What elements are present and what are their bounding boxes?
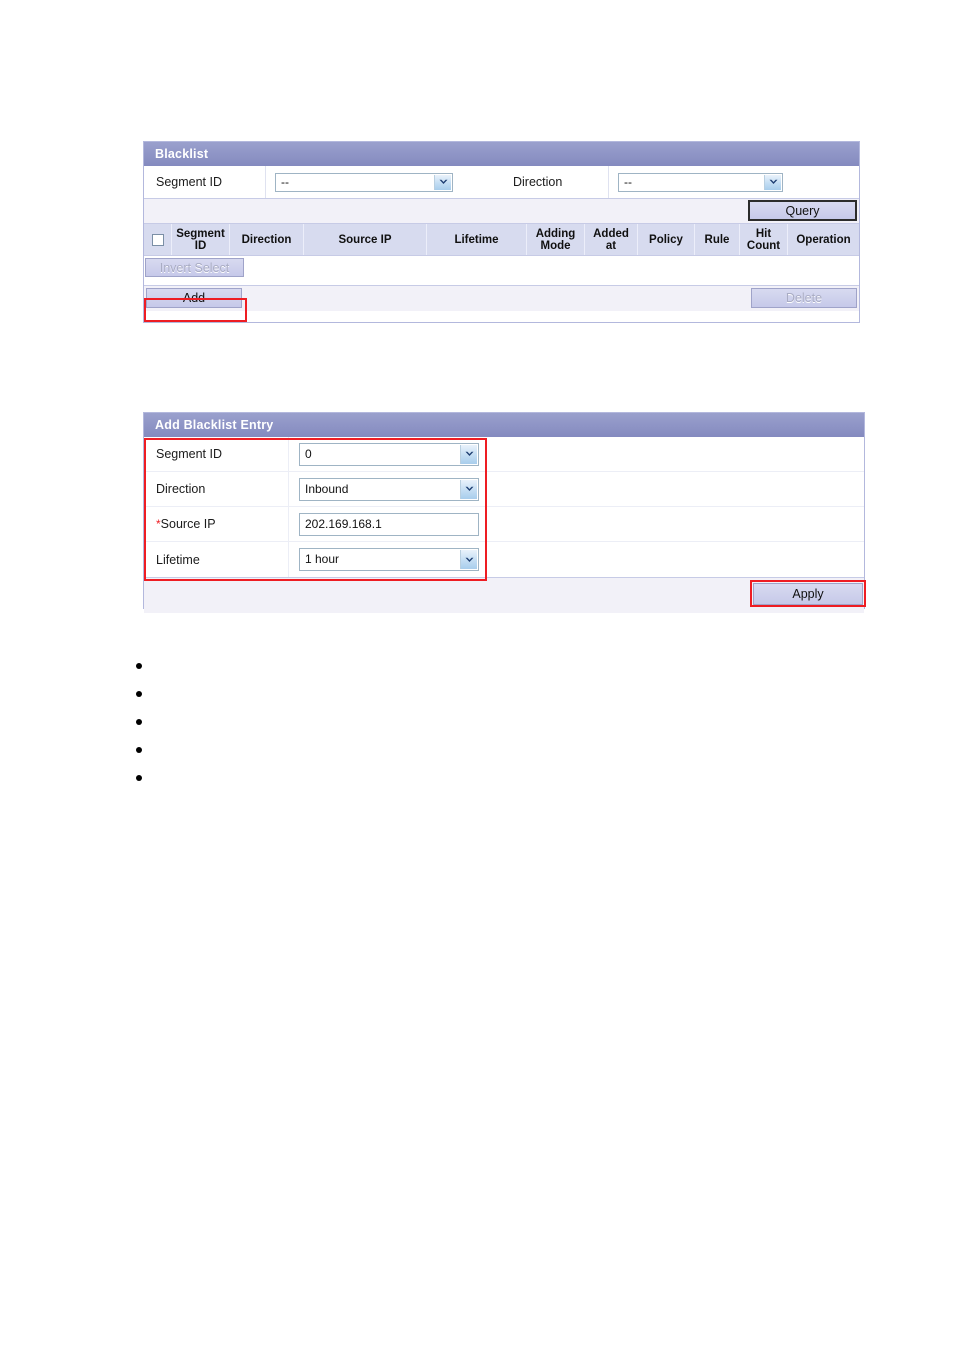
column-lifetime: Lifetime (427, 224, 527, 255)
chevron-down-icon[interactable] (460, 550, 477, 569)
column-source-ip: Source IP (304, 224, 427, 255)
column-hit-count: Hit Count (740, 224, 788, 255)
filter-direction-label: Direction (501, 166, 609, 198)
filter-segment-id-field: -- (266, 166, 453, 198)
direction-value: Inbound (305, 481, 349, 496)
direction-filter-value: -- (624, 174, 632, 189)
column-added-at: Added at (585, 224, 638, 255)
blacklist-table-body: Invert Select (144, 256, 859, 286)
direction-filter-select[interactable]: -- (618, 172, 783, 192)
add-button[interactable]: Add (146, 288, 242, 308)
lifetime-label: Lifetime (144, 542, 289, 577)
blacklist-panel-title: Blacklist (144, 142, 859, 166)
direction-label: Direction (144, 472, 289, 506)
filter-segment-id-label: Segment ID (144, 166, 266, 198)
list-item (118, 764, 878, 792)
segment-id-label: Segment ID (144, 437, 289, 471)
blacklist-table-header: Segment ID Direction Source IP Lifetime … (144, 224, 859, 256)
column-direction: Direction (230, 224, 304, 255)
filter-direction-field: -- (609, 166, 783, 198)
blacklist-filter-row: Segment ID -- Direction -- (144, 166, 859, 199)
add-entry-panel-title: Add Blacklist Entry (144, 413, 864, 437)
list-item (118, 708, 878, 736)
segment-id-value: 0 (305, 446, 312, 461)
list-item (118, 736, 878, 764)
segment-id-field: 0 (289, 437, 864, 471)
lifetime-field: 1 hour (289, 542, 864, 577)
source-ip-field: 202.169.168.1 (289, 507, 864, 541)
direction-label-text: Direction (156, 482, 206, 496)
chevron-down-icon[interactable] (460, 444, 477, 464)
lifetime-label-text: Lifetime (156, 552, 200, 567)
blacklist-panel: Blacklist Segment ID -- Direction -- Que… (143, 141, 860, 323)
column-adding-mode: Adding Mode (527, 224, 585, 255)
add-entry-footer: Apply (144, 577, 864, 613)
segment-id-filter-select[interactable]: -- (275, 172, 453, 192)
blacklist-query-bar: Query (144, 199, 859, 224)
delete-button[interactable]: Delete (751, 288, 857, 308)
chevron-down-icon[interactable] (434, 174, 451, 190)
add-blacklist-entry-panel: Add Blacklist Entry Segment ID 0 Directi… (143, 412, 865, 613)
form-row-source-ip: * Source IP 202.169.168.1 (144, 507, 864, 542)
direction-field: Inbound (289, 472, 864, 506)
source-ip-value: 202.169.168.1 (305, 517, 382, 531)
chevron-down-icon[interactable] (460, 479, 477, 499)
chevron-down-icon[interactable] (764, 174, 781, 190)
source-ip-label-text: Source IP (160, 517, 216, 531)
column-policy: Policy (638, 224, 695, 255)
select-all-checkbox[interactable] (151, 233, 164, 246)
column-operation: Operation (796, 233, 851, 246)
form-row-direction: Direction Inbound (144, 472, 864, 507)
segment-id-filter-value: -- (281, 174, 289, 189)
segment-id-select[interactable]: 0 (299, 442, 479, 466)
source-ip-input[interactable]: 202.169.168.1 (299, 512, 479, 536)
invert-select-button[interactable]: Invert Select (145, 258, 244, 277)
notes-list (118, 652, 878, 792)
list-item (118, 680, 878, 708)
apply-button[interactable]: Apply (753, 583, 863, 605)
lifetime-value: 1 hour (305, 552, 340, 566)
filter-segment-id: Segment ID -- (144, 166, 501, 198)
segment-id-label-text: Segment ID (156, 447, 223, 461)
query-button[interactable]: Query (748, 200, 857, 221)
lifetime-select[interactable]: 1 hour (299, 548, 479, 571)
source-ip-label: * Source IP (144, 507, 289, 541)
blacklist-action-bar: Add Delete (144, 286, 859, 311)
direction-select[interactable]: Inbound (299, 477, 479, 501)
filter-direction: Direction -- (501, 166, 859, 198)
column-rule: Rule (695, 224, 740, 255)
column-segment-id: Segment ID (172, 224, 230, 255)
form-row-lifetime: Lifetime 1 hour (144, 542, 864, 577)
select-all-header (144, 224, 172, 255)
form-row-segment-id: Segment ID 0 (144, 437, 864, 472)
list-item (118, 652, 878, 680)
